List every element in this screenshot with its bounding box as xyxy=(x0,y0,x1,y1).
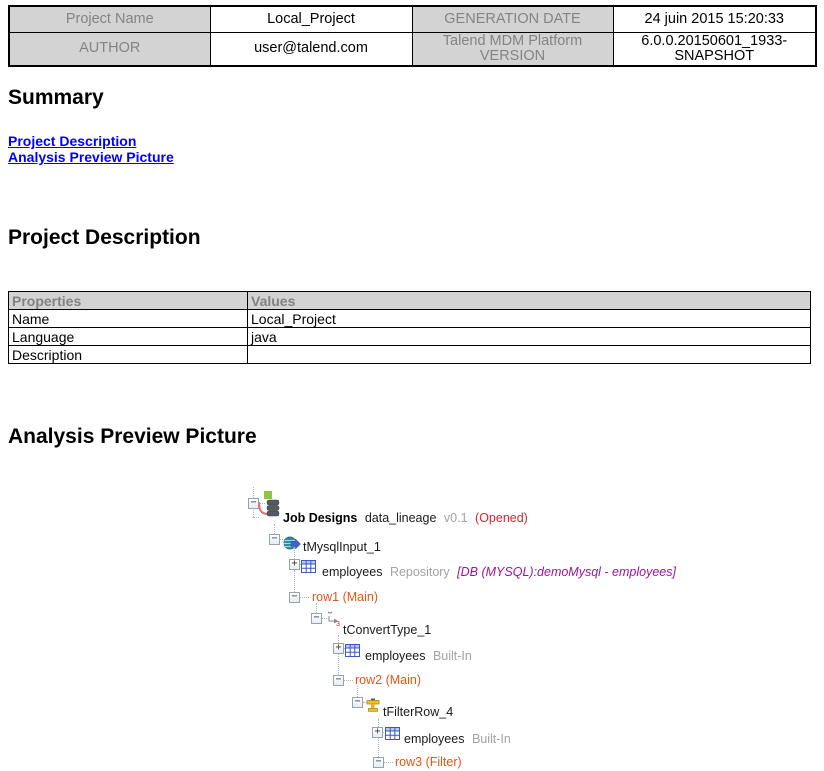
connection-label: row1 (Main) xyxy=(312,590,378,604)
schema-table-icon xyxy=(385,727,400,740)
repository-detail: [DB (MYSQL):demoMysql - employees] xyxy=(457,565,676,579)
link-analysis-preview-picture[interactable]: Analysis Preview Picture xyxy=(8,149,174,165)
schema-origin: Built-In xyxy=(433,649,472,663)
component-label: tConvertType_1 xyxy=(343,623,431,637)
tree-connector-line xyxy=(378,738,379,757)
tree-connector-line xyxy=(384,762,393,763)
svg-text:3: 3 xyxy=(336,621,340,627)
expand-toggle-icon: + xyxy=(289,559,300,570)
tree-node-row1: row1 (Main) xyxy=(312,590,378,605)
tree-connector-line xyxy=(300,597,309,598)
report-page: Project Name Local_Project GENERATION DA… xyxy=(0,0,824,771)
table-row: Language java xyxy=(9,328,811,346)
property-name: Name xyxy=(9,310,248,328)
property-value: Local_Project xyxy=(248,310,811,328)
collapse-toggle-icon: − xyxy=(333,675,344,686)
tree-node-row2: row2 (Main) xyxy=(355,673,421,688)
project-name-value: Local_Project xyxy=(210,6,412,32)
version-label: Talend MDM Platform VERSION xyxy=(412,32,613,66)
tree-connector-line xyxy=(253,510,254,517)
tree-node-tfilterrow: tFilterRow_4 xyxy=(383,705,453,720)
property-value xyxy=(248,346,811,364)
tree-connector-line xyxy=(344,680,353,681)
generation-date-value: 24 juin 2015 15:20:33 xyxy=(613,6,816,32)
schema-label: employees xyxy=(404,732,464,746)
expand-toggle-icon: + xyxy=(372,727,383,738)
tree-node-employees-repository: employees Repository [DB (MYSQL):demoMys… xyxy=(322,565,676,580)
property-value: java xyxy=(248,328,811,346)
version-value: 6.0.0.20150601_1933-SNAPSHOT xyxy=(613,32,816,66)
schema-label: employees xyxy=(322,565,382,579)
summary-heading: Summary xyxy=(8,87,104,109)
schema-origin: Repository xyxy=(390,565,450,579)
tree-node-row3: row3 (Filter) xyxy=(395,755,462,770)
tree-node-tmysqlinput: tMysqlInput_1 xyxy=(303,540,381,555)
author-label: AUTHOR xyxy=(9,32,210,66)
connection-label: row3 (Filter) xyxy=(395,755,462,769)
link-project-description[interactable]: Project Description xyxy=(8,133,174,149)
job-version: v0.1 xyxy=(444,511,468,525)
table-row: Name Local_Project xyxy=(9,310,811,328)
collapse-toggle-icon: − xyxy=(289,592,300,603)
project-description-heading: Project Description xyxy=(8,227,201,249)
tree-node-employees-builtin: employees Built-In xyxy=(404,732,511,747)
connection-label: row2 (Main) xyxy=(355,673,421,687)
job-designs-label: Job Designs xyxy=(283,511,357,525)
tree-connector-line xyxy=(338,654,339,675)
tree-node-tconverttype: tConvertType_1 xyxy=(343,623,431,638)
analysis-preview-heading: Analysis Preview Picture xyxy=(8,426,257,448)
schema-table-icon xyxy=(345,644,360,657)
report-header-table: Project Name Local_Project GENERATION DA… xyxy=(8,5,817,67)
expand-toggle-icon: + xyxy=(333,643,344,654)
schema-label: employees xyxy=(365,649,425,663)
values-column-header: Values xyxy=(248,292,811,310)
properties-column-header: Properties xyxy=(9,292,248,310)
job-name: data_lineage xyxy=(365,511,437,525)
tree-node-employees-builtin: employees Built-In xyxy=(365,649,472,664)
author-value: user@talend.com xyxy=(210,32,412,66)
component-label: tMysqlInput_1 xyxy=(303,540,381,554)
analysis-preview-tree-picture: − − + − − + − − + − xyxy=(0,487,824,771)
collapse-toggle-icon: − xyxy=(373,757,384,768)
project-properties-table: Properties Values Name Local_Project Lan… xyxy=(8,291,811,364)
mysql-input-component-icon xyxy=(283,536,301,550)
schema-origin: Built-In xyxy=(472,732,511,746)
collapse-toggle-icon: − xyxy=(269,534,280,545)
job-designs-icon xyxy=(256,489,280,519)
generation-date-label: GENERATION DATE xyxy=(412,6,613,32)
project-name-label: Project Name xyxy=(9,6,210,32)
tree-connector-line xyxy=(294,570,295,592)
tree-node-job-designs: Job Designs data_lineage v0.1 (Opened) xyxy=(283,511,528,526)
property-name: Description xyxy=(9,346,248,364)
property-name: Language xyxy=(9,328,248,346)
filter-row-component-icon xyxy=(365,698,381,713)
collapse-toggle-icon: − xyxy=(352,697,363,708)
summary-links: Project Description Analysis Preview Pic… xyxy=(8,133,174,166)
component-label: tFilterRow_4 xyxy=(383,705,453,719)
collapse-toggle-icon: − xyxy=(311,613,322,624)
convert-type-component-icon: 3 xyxy=(324,610,342,627)
schema-table-icon xyxy=(301,560,316,573)
table-row: Description xyxy=(9,346,811,364)
job-status: (Opened) xyxy=(475,511,528,525)
